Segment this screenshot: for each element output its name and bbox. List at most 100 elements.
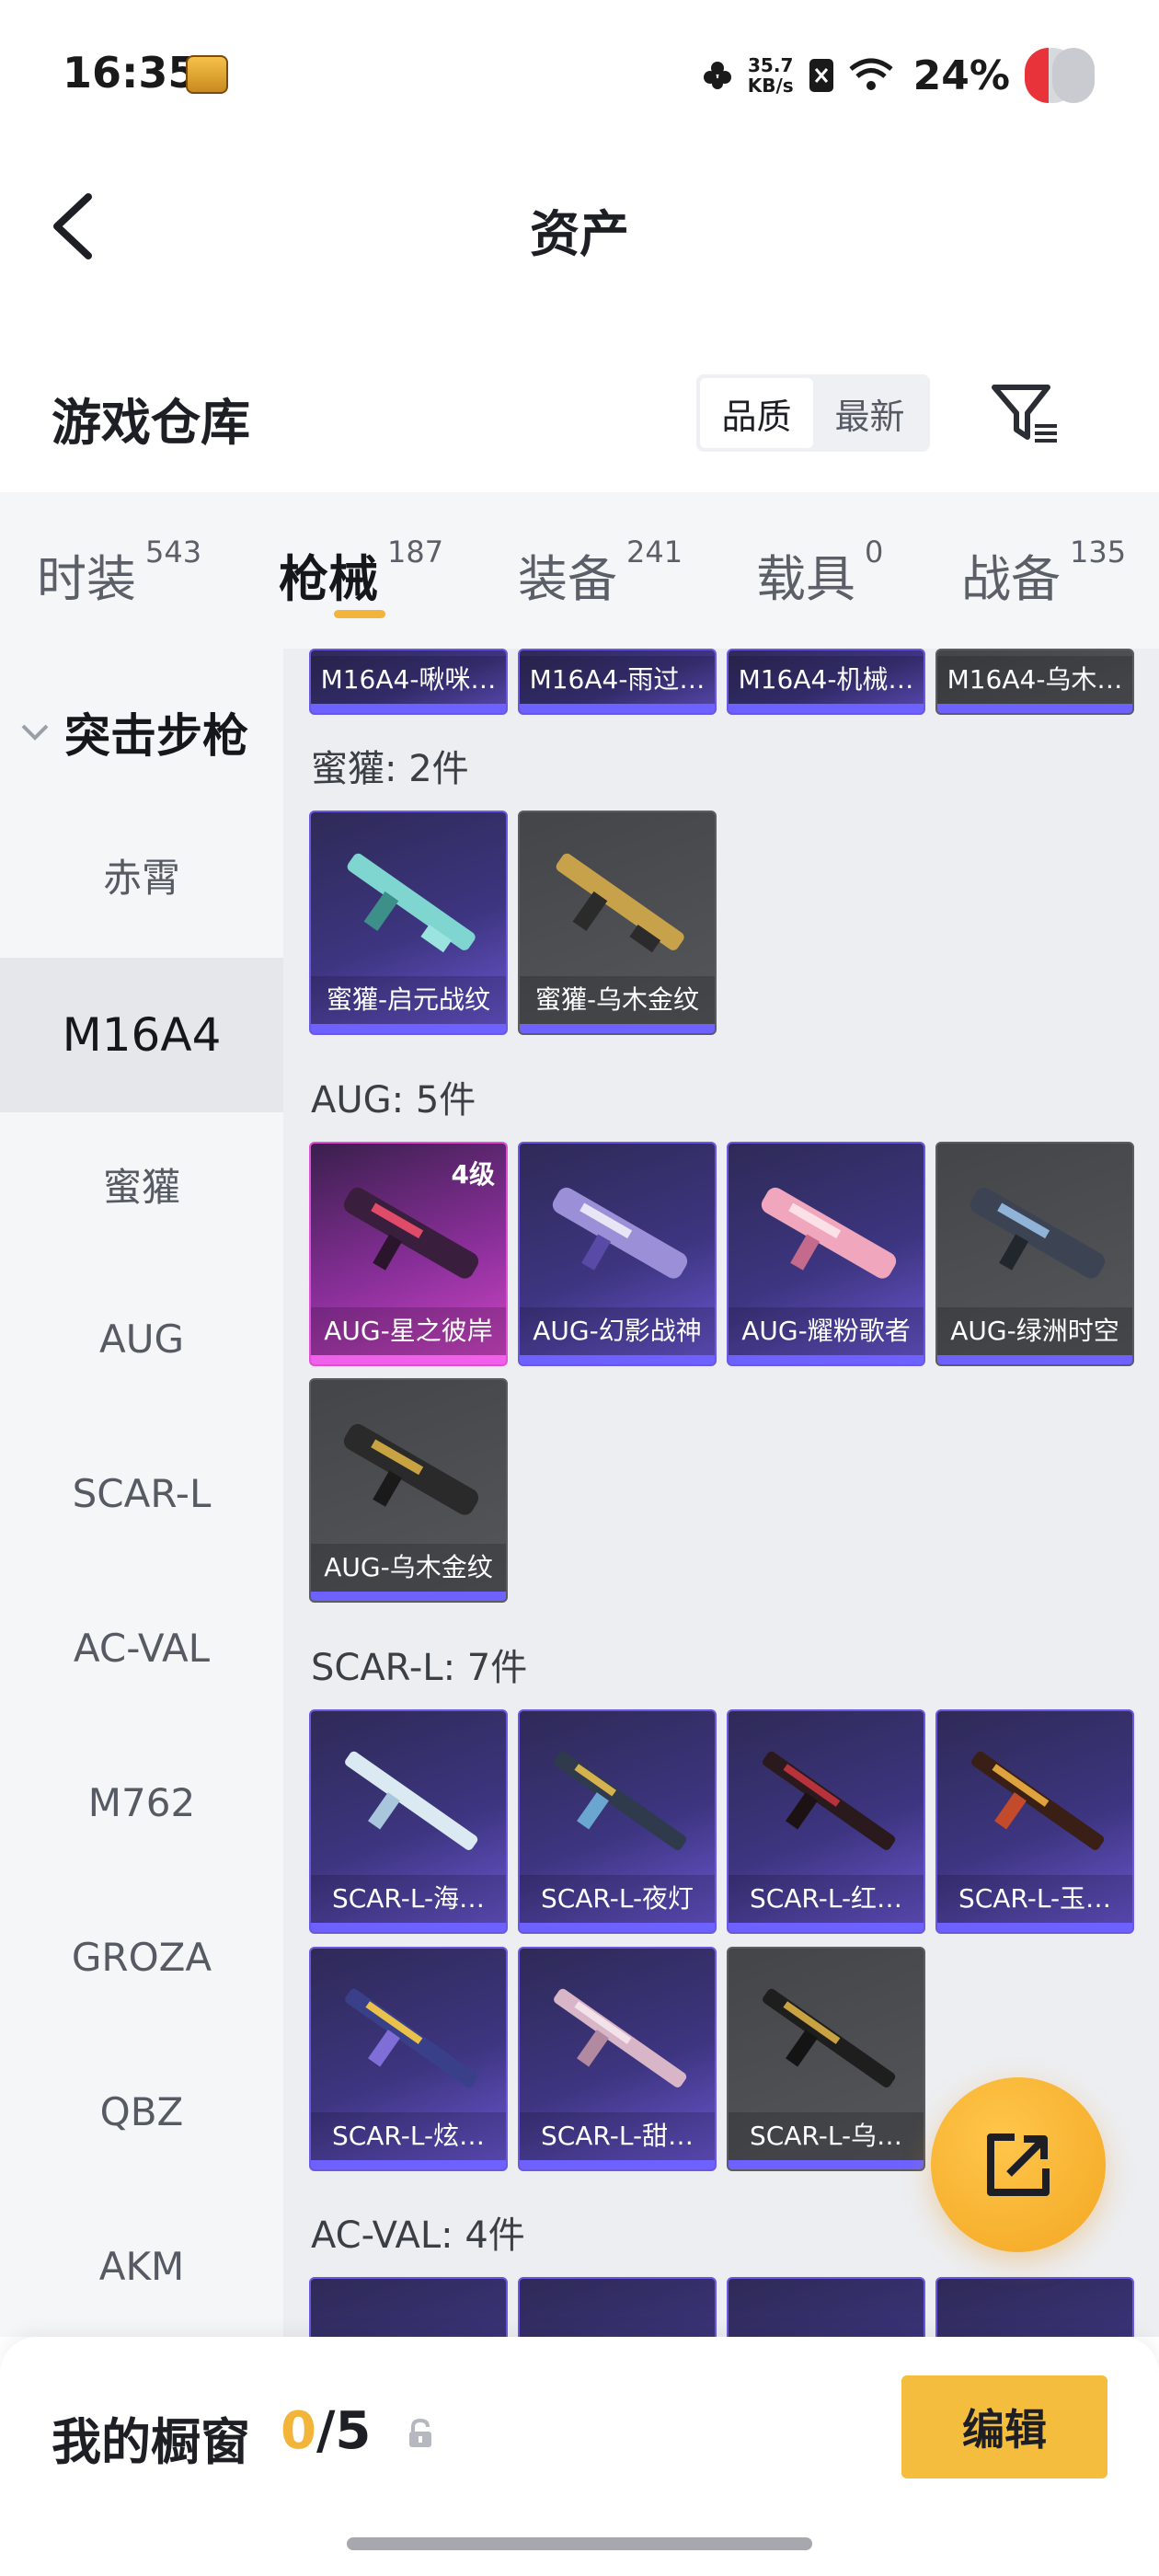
tab-count: 241 (626, 535, 683, 569)
filter-button[interactable] (989, 382, 1062, 446)
group-title-scar-l: SCAR-L: 7件 (311, 1647, 528, 1689)
tab-equipment[interactable]: 装备 241 (518, 535, 683, 611)
showcase-title: 我的橱窗 (52, 2413, 250, 2471)
group-title-ac-val: AC-VAL: 4件 (311, 2214, 525, 2257)
weapon-card[interactable] (518, 2277, 717, 2337)
weapon-card[interactable]: SCAR-L-乌… (727, 1947, 925, 2171)
filter-icon (992, 385, 1057, 443)
status-right: 35.7 KB/s 24% (702, 48, 1095, 103)
weapon-name: AUG-耀粉歌者 (729, 1307, 924, 1355)
weapon-name: 蜜獾-启元战纹 (311, 976, 506, 1024)
share-button[interactable] (931, 2077, 1106, 2252)
weapon-card[interactable]: AUG-幻影战神 (518, 1142, 717, 1366)
tab-firearms[interactable]: 枪械 187 (279, 535, 444, 611)
weapon-card[interactable] (309, 2277, 508, 2337)
group-title-honey-badger: 蜜獾: 2件 (311, 748, 469, 790)
active-tab-indicator (334, 610, 385, 618)
sidebar-item-akm[interactable]: AKM (0, 2189, 283, 2337)
sidebar-item-aug[interactable]: AUG (0, 1261, 283, 1416)
rifle-icon (554, 1988, 687, 2087)
share-icon (987, 2133, 1050, 2196)
tab-label: 装备 (518, 550, 617, 608)
weapon-card[interactable]: SCAR-L-玉… (935, 1709, 1134, 1934)
weapon-card[interactable]: SCAR-L-海… (309, 1709, 508, 1934)
weapon-name: M16A4-啾咪… (311, 656, 506, 704)
weapon-card[interactable] (727, 2277, 925, 2337)
weapon-card[interactable] (935, 2277, 1134, 2337)
weapon-name: SCAR-L-夜灯 (520, 1875, 715, 1923)
rifle-icon (552, 1187, 688, 1279)
weapon-name: 蜜獾-乌木金纹 (520, 976, 715, 1024)
sidebar-item-qbz[interactable]: QBZ (0, 2034, 283, 2189)
weapon-card[interactable]: SCAR-L-红… (727, 1709, 925, 1934)
sidebar-item-ac-val[interactable]: AC-VAL (0, 1570, 283, 1725)
rifle-icon (343, 1423, 479, 1515)
sidebar-item-scar-l[interactable]: SCAR-L (0, 1416, 283, 1570)
weapon-name: AUG-幻影战神 (520, 1307, 715, 1355)
rifle-icon (763, 1751, 896, 1850)
sort-newest-button[interactable]: 最新 (813, 378, 926, 448)
tab-label: 载具 (756, 550, 855, 608)
edit-button[interactable]: 编辑 (901, 2375, 1107, 2478)
tab-count: 135 (1070, 535, 1127, 569)
tab-label: 时装 (37, 550, 136, 608)
home-indicator[interactable] (347, 2537, 812, 2550)
showcase-max: 5 (335, 2401, 372, 2461)
sidebar-item-chixiao[interactable]: 赤霄 (0, 798, 283, 952)
weapon-card[interactable]: M16A4-啾咪… (309, 649, 508, 715)
weapon-name: M16A4-乌木… (937, 656, 1132, 704)
tab-fashion[interactable]: 时装 543 (37, 535, 202, 611)
tab-label: 战备 (961, 550, 1061, 608)
weapon-name: SCAR-L-乌… (729, 2112, 924, 2160)
sidebar-item-groza[interactable]: GROZA (0, 1880, 283, 2034)
sidebar-item-honey-badger[interactable]: 蜜獾 (0, 1107, 283, 1261)
tab-supplies[interactable]: 战备 135 (961, 535, 1127, 611)
group-title-aug: AUG: 5件 (311, 1079, 476, 1121)
net-speed-unit: KB/s (747, 75, 794, 97)
weapon-card[interactable]: AUG-绿洲时空 (935, 1142, 1134, 1366)
status-time: 16:35 (63, 48, 198, 98)
sim-icon (809, 59, 833, 92)
tab-label: 枪械 (279, 550, 378, 608)
rifle-icon (763, 1988, 896, 2087)
category-tabs: 时装 543 枪械 187 装备 241 载具 0 战备 135 (0, 492, 1159, 649)
weapon-card[interactable]: SCAR-L-甜… (518, 1947, 717, 2171)
weapon-name: SCAR-L-海… (311, 1875, 506, 1923)
weapon-card[interactable]: 蜜獾-乌木金纹 (518, 811, 717, 1035)
weapon-card[interactable]: 4级 AUG-星之彼岸 (309, 1142, 508, 1366)
showcase-bar: 我的橱窗 0/5 编辑 (0, 2337, 1159, 2576)
tab-count: 187 (387, 535, 444, 569)
weapon-card[interactable]: AUG-耀粉歌者 (727, 1142, 925, 1366)
weapon-card[interactable]: M16A4-乌木… (935, 649, 1134, 715)
game-app-icon (186, 55, 228, 94)
app-header: 资产 (0, 156, 1159, 285)
weapon-name: M16A4-机械… (729, 656, 924, 704)
net-speed: 35.7 KB/s (748, 55, 794, 96)
showcase-count: 0/5 (281, 2401, 371, 2461)
weapon-card[interactable]: AUG-乌木金纹 (309, 1378, 508, 1603)
showcase-separator: / (316, 2401, 336, 2461)
weapon-card[interactable]: 蜜獾-启元战纹 (309, 811, 508, 1035)
rifle-icon (554, 1751, 687, 1850)
rifle-icon (971, 1751, 1105, 1850)
weapon-card[interactable]: SCAR-L-炫… (309, 1947, 508, 2171)
weapon-card[interactable]: SCAR-L-夜灯 (518, 1709, 717, 1934)
rifle-icon (345, 1988, 478, 2087)
weapon-card[interactable]: M16A4-雨过… (518, 649, 717, 715)
sidebar-item-m762[interactable]: M762 (0, 1725, 283, 1880)
tab-count: 543 (145, 535, 202, 569)
battery-icon (1025, 48, 1095, 103)
sort-quality-button[interactable]: 品质 (700, 378, 813, 448)
showcase-current: 0 (281, 2401, 316, 2461)
weapon-name: AUG-星之彼岸 (311, 1307, 506, 1355)
tab-vehicles[interactable]: 载具 0 (756, 535, 883, 611)
weapon-name: AUG-绿洲时空 (937, 1307, 1132, 1355)
weapon-card[interactable]: M16A4-机械… (727, 649, 925, 715)
weapon-name: SCAR-L-炫… (311, 2112, 506, 2160)
category-label: 突击步枪 (64, 709, 248, 763)
category-header-assault-rifles[interactable]: 突击步枪 (20, 699, 248, 765)
sidebar-item-m16a4[interactable]: M16A4 (0, 958, 283, 1112)
weapon-name: SCAR-L-甜… (520, 2112, 715, 2160)
page-title: 资产 (530, 205, 629, 263)
net-speed-value: 35.7 (748, 54, 794, 76)
